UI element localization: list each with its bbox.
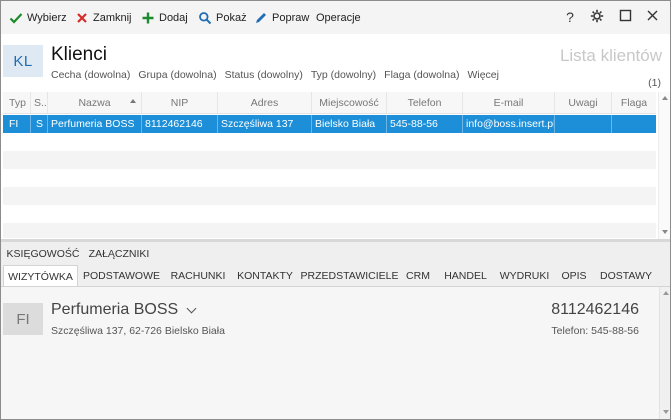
cell-telefon: 545-88-56 xyxy=(387,115,463,133)
tab-rachunki[interactable]: RACHUNKI xyxy=(165,265,231,287)
empty-row xyxy=(3,223,656,238)
column-header-nazwa[interactable]: Nazwa xyxy=(48,92,142,114)
tab-row-1: KSIĘGOWOŚĆ ZAŁĄCZNIKI xyxy=(1,243,670,265)
operacje-button[interactable]: Operacje xyxy=(316,9,361,26)
scroll-down-icon[interactable] xyxy=(662,230,668,234)
tab-dostawy[interactable]: DOSTAWY xyxy=(594,265,658,287)
toolbar: Wybierz Zamknij Dodaj Pokaż Popraw Opera… xyxy=(1,1,670,34)
sort-asc-icon xyxy=(130,99,136,103)
type-badge: FI xyxy=(3,303,43,335)
tab-wydruki[interactable]: WYDRUKI xyxy=(495,265,554,287)
column-header-s[interactable]: S... xyxy=(31,92,48,114)
tab-kontakty[interactable]: KONTAKTY xyxy=(233,265,297,287)
cell-miejscowosc: Bielsko Biała xyxy=(312,115,387,133)
filter-typ[interactable]: Typ (dowolny) xyxy=(311,69,376,81)
client-phone: Telefon: 545-88-56 xyxy=(551,325,639,337)
details-panel: KSIĘGOWOŚĆ ZAŁĄCZNIKI WIZYTÓWKA PODSTAWO… xyxy=(1,242,670,419)
column-header-uwagi[interactable]: Uwagi xyxy=(555,92,612,114)
wybierz-label: Wybierz xyxy=(27,11,67,24)
zamknij-button[interactable]: Zamknij xyxy=(75,9,132,26)
zamknij-label: Zamknij xyxy=(93,11,132,24)
tab-handel[interactable]: HANDEL xyxy=(438,265,493,287)
scroll-up-icon[interactable] xyxy=(663,291,669,295)
empty-row xyxy=(3,205,656,223)
column-header-email[interactable]: E-mail xyxy=(463,92,555,114)
filter-grupa[interactable]: Grupa (dowolna) xyxy=(138,69,216,81)
cell-uwagi xyxy=(555,115,612,133)
chevron-down-icon[interactable] xyxy=(186,303,197,313)
cell-email: info@boss.insert.pl xyxy=(463,115,555,133)
column-header-nazwa-label: Nazwa xyxy=(78,97,111,109)
pokaz-label: Pokaż xyxy=(216,11,247,24)
dodaj-button[interactable]: Dodaj xyxy=(141,9,188,26)
list-title: Lista klientów xyxy=(559,46,662,65)
tab-row-2: WIZYTÓWKA PODSTAWOWE RACHUNKI KONTAKTY P… xyxy=(1,265,670,287)
tab-przedstawiciele[interactable]: PRZEDSTAWICIELE xyxy=(299,265,400,287)
operacje-label: Operacje xyxy=(316,11,361,24)
search-icon xyxy=(198,11,212,25)
tab-zalaczniki[interactable]: ZAŁĄCZNIKI xyxy=(84,243,154,265)
page-title: Klienci xyxy=(51,44,107,65)
cell-nip: 8112462146 xyxy=(142,115,218,133)
pencil-icon xyxy=(254,11,268,25)
client-nip: 8112462146 xyxy=(551,301,639,318)
wybierz-button[interactable]: Wybierz xyxy=(9,9,67,26)
plus-icon xyxy=(141,11,155,25)
cell-adres: Szczęśliwa 137 xyxy=(218,115,312,133)
tab-podstawowe[interactable]: PODSTAWOWE xyxy=(80,265,163,287)
dodaj-label: Dodaj xyxy=(159,11,188,24)
help-icon: ? xyxy=(566,9,574,25)
client-name[interactable]: Perfumeria BOSS xyxy=(51,301,197,319)
popraw-button[interactable]: Popraw xyxy=(254,9,309,26)
tab-ksiegowosc[interactable]: KSIĘGOWOŚĆ xyxy=(4,243,82,265)
filter-cecha[interactable]: Cecha (dowolna) xyxy=(51,69,130,81)
filter-bar: Cecha (dowolna) Grupa (dowolna) Status (… xyxy=(51,69,499,81)
client-name-label: Perfumeria BOSS xyxy=(51,301,179,318)
tab-wizytowka[interactable]: WIZYTÓWKA xyxy=(3,265,78,287)
grid-scrollbar[interactable] xyxy=(658,92,670,240)
cell-typ: FI xyxy=(3,115,31,133)
column-header-adres[interactable]: Adres xyxy=(218,92,312,114)
popraw-label: Popraw xyxy=(272,11,310,24)
client-address: Szczęśliwa 137, 62-726 Bielsko Biała xyxy=(51,325,225,337)
empty-row xyxy=(3,151,656,169)
column-header-miejscowosc[interactable]: Miejscowość xyxy=(312,92,387,114)
tab-opis[interactable]: OPIS xyxy=(556,265,592,287)
settings-button[interactable] xyxy=(588,8,606,26)
cell-nazwa: Perfumeria BOSS xyxy=(48,115,142,133)
filter-status[interactable]: Status (dowolny) xyxy=(225,69,303,81)
close-icon xyxy=(646,9,659,25)
empty-row xyxy=(3,133,656,151)
business-card: FI Perfumeria BOSS Szczęśliwa 137, 62-72… xyxy=(1,287,659,419)
table-row[interactable]: FI S Perfumeria BOSS 8112462146 Szczęśli… xyxy=(3,115,656,133)
grid-header: Typ S... Nazwa NIP Adres Miejscowość Tel… xyxy=(3,92,656,114)
module-badge: KL xyxy=(3,45,43,77)
maximize-button[interactable] xyxy=(616,8,634,26)
x-icon xyxy=(75,11,89,25)
gear-icon xyxy=(590,9,604,26)
card-scrollbar[interactable] xyxy=(659,287,670,419)
window: Wybierz Zamknij Dodaj Pokaż Popraw Opera… xyxy=(0,0,671,420)
tab-crm[interactable]: CRM xyxy=(402,265,434,287)
empty-row xyxy=(3,187,656,205)
filter-flaga[interactable]: Flaga (dowolna) xyxy=(384,69,459,81)
help-button[interactable]: ? xyxy=(561,8,579,26)
scroll-down-icon[interactable] xyxy=(663,410,669,414)
filter-wiecej[interactable]: Więcej xyxy=(467,69,499,81)
clients-grid: Typ S... Nazwa NIP Adres Miejscowość Tel… xyxy=(3,92,656,238)
column-header-flaga[interactable]: Flaga xyxy=(612,92,656,114)
maximize-icon xyxy=(619,9,632,25)
column-header-telefon[interactable]: Telefon xyxy=(387,92,463,114)
pokaz-button[interactable]: Pokaż xyxy=(198,9,247,26)
cell-flaga xyxy=(612,115,656,133)
column-header-nip[interactable]: NIP xyxy=(142,92,218,114)
close-button[interactable] xyxy=(643,8,661,26)
column-header-typ[interactable]: Typ xyxy=(3,92,31,114)
empty-row xyxy=(3,169,656,187)
cell-s: S xyxy=(31,115,48,133)
record-count: (1) xyxy=(648,77,661,89)
header: KL Klienci Cecha (dowolna) Grupa (dowoln… xyxy=(1,34,670,92)
check-icon xyxy=(9,11,23,25)
scroll-up-icon[interactable] xyxy=(662,96,668,100)
